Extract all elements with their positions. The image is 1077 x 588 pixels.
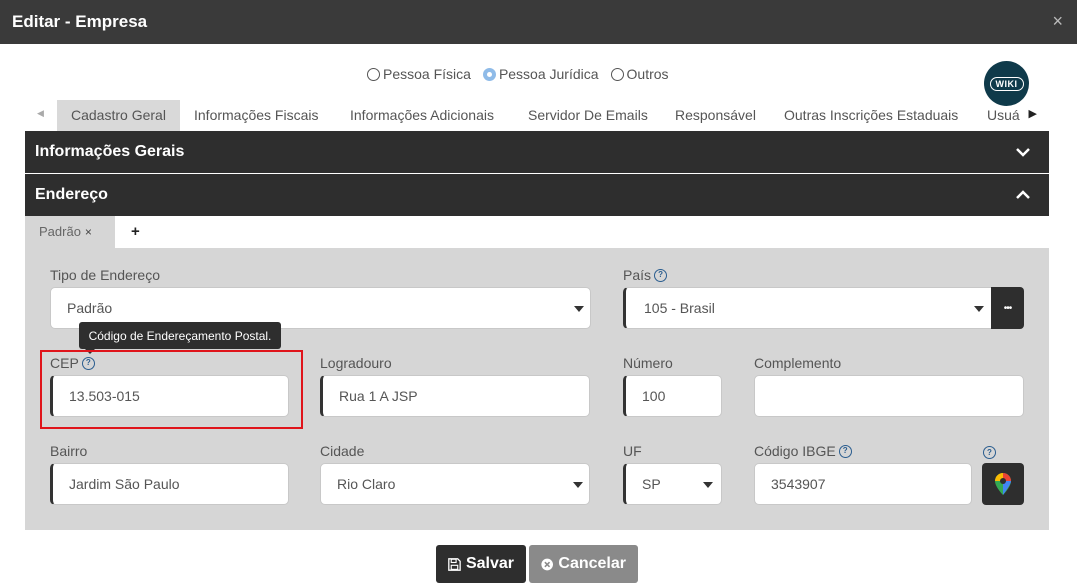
help-icon[interactable]: ? <box>838 444 852 458</box>
save-button[interactable]: Salvar <box>436 545 526 583</box>
wiki-label: WIKI <box>989 76 1024 91</box>
section-endereco[interactable]: Endereço <box>25 174 1049 216</box>
map-help-icon[interactable]: ? <box>983 446 996 459</box>
select-value: Padrão <box>67 300 113 316</box>
tab-usuarios[interactable]: Usuá <box>987 100 1020 131</box>
cancel-button[interactable]: Cancelar <box>529 545 638 583</box>
tipo-endereco-label: Tipo de Endereço <box>50 267 160 283</box>
radio-circle-icon[interactable] <box>367 67 380 81</box>
help-icon[interactable]: ? <box>81 356 95 370</box>
main-tab-bar: ◀ Cadastro Geral Informações Fiscais Inf… <box>25 100 1049 131</box>
radio-circle-icon[interactable] <box>610 67 624 81</box>
select-value: 105 - Brasil <box>644 300 715 316</box>
input-value: Jardim São Paulo <box>69 476 180 492</box>
close-tab-icon[interactable]: × <box>85 225 92 239</box>
label-text: Número <box>623 355 673 371</box>
tab-outras-inscricoes[interactable]: Outras Inscrições Estaduais <box>784 100 958 131</box>
pais-label: País ? <box>623 267 668 283</box>
numero-label: Número <box>623 355 673 371</box>
caret-down-icon <box>574 306 584 312</box>
cidade-label: Cidade <box>320 443 364 459</box>
radio-label: Pessoa Física <box>383 66 471 82</box>
radio-label: Pessoa Jurídica <box>498 66 599 82</box>
radio-pessoa-fisica[interactable]: Pessoa Física <box>367 66 471 82</box>
map-location-button[interactable] <box>982 463 1024 505</box>
radio-label: Outros <box>626 66 669 82</box>
section-title: Informações Gerais <box>35 143 185 160</box>
floppy-disk-icon <box>448 557 461 571</box>
tab-informacoes-adicionais[interactable]: Informações Adicionais <box>350 100 494 131</box>
codigo-ibge-input[interactable]: 3543907 <box>754 463 972 505</box>
cep-tooltip: Código de Endereçamento Postal. <box>79 322 281 354</box>
input-value: 100 <box>642 388 666 404</box>
radio-pessoa-juridica[interactable]: Pessoa Jurídica <box>482 66 599 82</box>
chevron-down-icon[interactable] <box>1015 144 1031 160</box>
tab-cadastro-geral[interactable]: Cadastro Geral <box>57 100 180 131</box>
label-text: Código IBGE <box>754 443 836 459</box>
uf-select[interactable]: SP <box>623 463 722 505</box>
cidade-select[interactable]: Rio Claro <box>320 463 590 505</box>
label-text: Complemento <box>754 355 842 371</box>
label-text: Tipo de Endereço <box>50 267 160 283</box>
title-bar: Editar - Empresa × <box>0 0 1077 44</box>
section-title: Endereço <box>35 186 108 203</box>
input-value: 13.503-015 <box>69 388 140 404</box>
complemento-input[interactable] <box>754 375 1024 417</box>
close-icon[interactable]: × <box>1052 11 1063 31</box>
tab-servidor-de-emails[interactable]: Servidor De Emails <box>528 100 648 131</box>
select-value: SP <box>642 476 661 492</box>
numero-input[interactable]: 100 <box>623 375 722 417</box>
label-text: Cidade <box>320 443 365 459</box>
caret-down-icon <box>703 482 713 488</box>
bairro-input[interactable]: Jardim São Paulo <box>50 463 289 505</box>
cancel-circle-icon <box>541 558 554 570</box>
tab-scroll-right-icon[interactable]: ▶ <box>1026 107 1037 120</box>
select-value: Rio Claro <box>337 476 396 492</box>
help-icon[interactable]: ? <box>654 268 668 282</box>
caret-down-icon <box>974 306 984 312</box>
label-text: Logradouro <box>320 355 392 371</box>
input-value: Rua 1 A JSP <box>339 388 418 404</box>
label-text: CEP <box>50 355 79 371</box>
caret-down-icon <box>573 482 583 488</box>
window-title: Editar - Empresa <box>12 12 148 31</box>
map-pin-icon <box>995 473 1011 495</box>
uf-label: UF <box>623 443 642 459</box>
input-value: 3543907 <box>771 476 826 492</box>
complemento-label: Complemento <box>754 355 841 371</box>
logradouro-input[interactable]: Rua 1 A JSP <box>320 375 590 417</box>
radio-circle-icon[interactable] <box>482 67 496 81</box>
label-text: UF <box>623 443 642 459</box>
cep-label: CEP ? <box>50 355 95 371</box>
tab-responsavel[interactable]: Responsável <box>675 100 756 131</box>
label-text: Bairro <box>50 443 88 459</box>
address-tab-label: Padrão <box>39 224 81 239</box>
pais-select[interactable]: 105 - Brasil <box>623 287 993 329</box>
pais-more-button[interactable]: ••• <box>991 287 1024 329</box>
chevron-up-icon[interactable] <box>1015 187 1031 203</box>
logradouro-label: Logradouro <box>320 355 392 371</box>
cep-input[interactable]: 13.503-015 <box>50 375 289 417</box>
tab-informacoes-fiscais[interactable]: Informações Fiscais <box>194 100 318 131</box>
add-address-tab-button[interactable]: + <box>131 216 140 248</box>
save-label: Salvar <box>465 555 514 572</box>
cancel-label: Cancelar <box>558 555 626 572</box>
section-informacoes-gerais[interactable]: Informações Gerais <box>25 131 1049 173</box>
label-text: País <box>623 267 652 283</box>
tab-scroll-left-icon[interactable]: ◀ <box>37 108 44 119</box>
bairro-label: Bairro <box>50 443 87 459</box>
codigo-ibge-label: Código IBGE ? <box>754 443 852 459</box>
address-tab-padrao[interactable]: Padrão × <box>25 216 115 248</box>
person-type-radio-group: Pessoa Física Pessoa Jurídica Outros <box>367 66 669 82</box>
radio-outros[interactable]: Outros <box>610 66 669 82</box>
